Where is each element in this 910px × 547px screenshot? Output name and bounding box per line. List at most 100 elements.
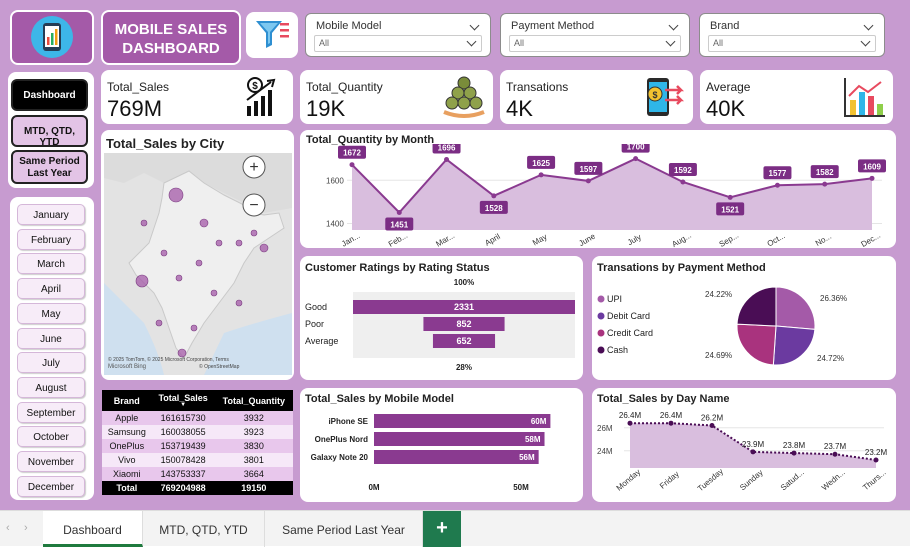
table-header-row: Brand Total_Sales ▼ Total_Quantity	[102, 390, 293, 411]
slicer-mobile-model[interactable]: Mobile Model All	[305, 13, 491, 57]
map-credit-osm: © OpenStreetMap	[199, 363, 240, 370]
header-total-quantity[interactable]: Total_Quantity	[214, 390, 293, 411]
table-cell: 3923	[214, 425, 293, 439]
tab-dashboard[interactable]: Dashboard	[43, 511, 143, 547]
zoom-in-button[interactable]: +	[242, 155, 266, 179]
data-point	[709, 422, 715, 428]
nav-mtd-button[interactable]: MTD, QTD, YTD	[11, 115, 88, 148]
header-total-sales[interactable]: Total_Sales ▼	[151, 390, 215, 411]
nav-same-period-label-2: Last Year	[27, 168, 72, 179]
legend-label: Debit Card	[607, 311, 650, 321]
month-item-january[interactable]: January	[17, 204, 85, 225]
nav-dashboard-button[interactable]: Dashboard	[11, 79, 88, 111]
month-item-may[interactable]: May	[17, 302, 85, 324]
chevron-down-icon	[860, 36, 871, 47]
tab-scroll-left-icon[interactable]: ‹	[6, 522, 10, 534]
table-cell: 161615730	[151, 411, 215, 425]
pie-slice	[736, 286, 777, 327]
table-row[interactable]: Apple 161615730 3932	[102, 411, 293, 425]
x-tick-label: Satud...	[779, 468, 806, 493]
kpi-average: Average 40K	[700, 70, 893, 124]
month-item-november[interactable]: November	[17, 451, 85, 472]
kpi-title: Transations	[506, 80, 569, 94]
kpi-value: 769M	[107, 96, 163, 121]
slicer-payment-method[interactable]: Payment Method All	[500, 13, 690, 57]
zoom-out-button[interactable]: −	[242, 193, 266, 217]
svg-text:$: $	[652, 90, 657, 100]
legend-label: Cash	[607, 345, 628, 355]
table-cell: 143753337	[151, 467, 215, 481]
data-label: 23.7M	[824, 442, 847, 451]
data-label: 1521	[721, 205, 739, 214]
table-cell: Apple	[102, 411, 152, 425]
city-sales-marker	[175, 274, 183, 282]
table-cell: 3664	[214, 467, 293, 481]
x-tick-label: No...	[814, 232, 833, 248]
chevron-down-icon	[466, 36, 477, 47]
ratings-chart: 100% 28% 2331 Good 852 Poor 652 Average	[305, 278, 575, 372]
bar-growth-icon: $	[246, 77, 276, 116]
bottom-percent-label: 28%	[456, 363, 472, 372]
sales-by-model-chart: 60M iPhone SE 58M OnePlus Nord 56M Galaxy Not…	[311, 414, 551, 492]
india-map[interactable]: + − © 2025 TomTom, © 2025 Microsoft Corp…	[104, 153, 292, 375]
table-row[interactable]: Vivo 150078428 3801	[102, 453, 293, 467]
header-brand[interactable]: Brand	[102, 390, 152, 411]
slicer-dropdown[interactable]: All	[314, 35, 482, 52]
kpi-value: 40K	[706, 96, 746, 121]
data-label: 26.4M	[660, 411, 683, 420]
table-row[interactable]: Xiaomi 143753337 3664	[102, 467, 293, 481]
pie-slice	[736, 323, 777, 366]
data-point	[491, 193, 497, 199]
dashboard-title-card: MOBILE SALES DASHBOARD	[101, 10, 241, 65]
table-cell: Vivo	[102, 453, 152, 467]
tab-mtd[interactable]: MTD, QTD, YTD	[143, 511, 265, 547]
data-label: 1609	[863, 162, 881, 171]
slicer-label: Payment Method	[511, 20, 595, 32]
month-item-february[interactable]: February	[17, 228, 85, 250]
x-tick-label: Jan...	[340, 231, 361, 248]
chevron-down-icon	[863, 20, 874, 31]
month-item-september[interactable]: September	[17, 401, 85, 423]
tab-scroll-right-icon[interactable]: ›	[24, 522, 28, 534]
model-bar-label: 56M	[519, 453, 535, 462]
kpi-title: Average	[706, 80, 751, 94]
map-title: Total_Sales by City	[106, 136, 225, 151]
tab-label: Same Period Last Year	[282, 523, 405, 537]
model-bar	[374, 432, 545, 446]
data-label: 1592	[674, 166, 692, 175]
data-point	[822, 181, 828, 187]
table-cell: 3932	[214, 411, 293, 425]
month-item-march[interactable]: March	[17, 253, 85, 275]
rating-value-label: 852	[456, 319, 471, 329]
x-tick-label: Monday	[615, 467, 643, 492]
legend-marker	[597, 295, 605, 303]
city-sales-marker	[160, 249, 168, 257]
month-item-april[interactable]: April	[17, 278, 85, 300]
month-item-december[interactable]: December	[17, 475, 85, 497]
month-item-july[interactable]: July	[17, 352, 85, 374]
data-point	[869, 175, 875, 181]
city-sales-marker	[155, 319, 163, 327]
month-item-august[interactable]: August	[17, 376, 85, 398]
pie-data-label: 24.69%	[705, 351, 732, 360]
filter-button[interactable]	[246, 12, 298, 58]
tab-same-period[interactable]: Same Period Last Year	[265, 511, 423, 547]
slicer-brand[interactable]: Brand All	[699, 13, 885, 57]
table-row[interactable]: Samsung 160038055 3923	[102, 425, 293, 439]
chevron-down-icon	[665, 36, 676, 47]
nav-same-period-button[interactable]: Same Period Last Year	[11, 150, 88, 184]
data-label: 1451	[390, 220, 408, 229]
month-item-october[interactable]: October	[17, 426, 85, 448]
x-tick-label: June	[577, 231, 597, 248]
slicer-dropdown[interactable]: All	[708, 35, 876, 52]
x-tick-label: Mar...	[434, 231, 456, 248]
logo-card	[10, 10, 94, 65]
add-page-button[interactable]: +	[423, 511, 461, 547]
y-tick-label: 1400	[326, 220, 344, 229]
nav-dashboard-label: Dashboard	[23, 90, 76, 101]
x-tick-label: Wedn...	[820, 468, 847, 493]
slicer-value: All	[319, 38, 330, 48]
slicer-dropdown[interactable]: All	[509, 35, 681, 52]
month-item-june[interactable]: June	[17, 327, 85, 349]
table-row[interactable]: OnePlus 153719439 3830	[102, 439, 293, 453]
